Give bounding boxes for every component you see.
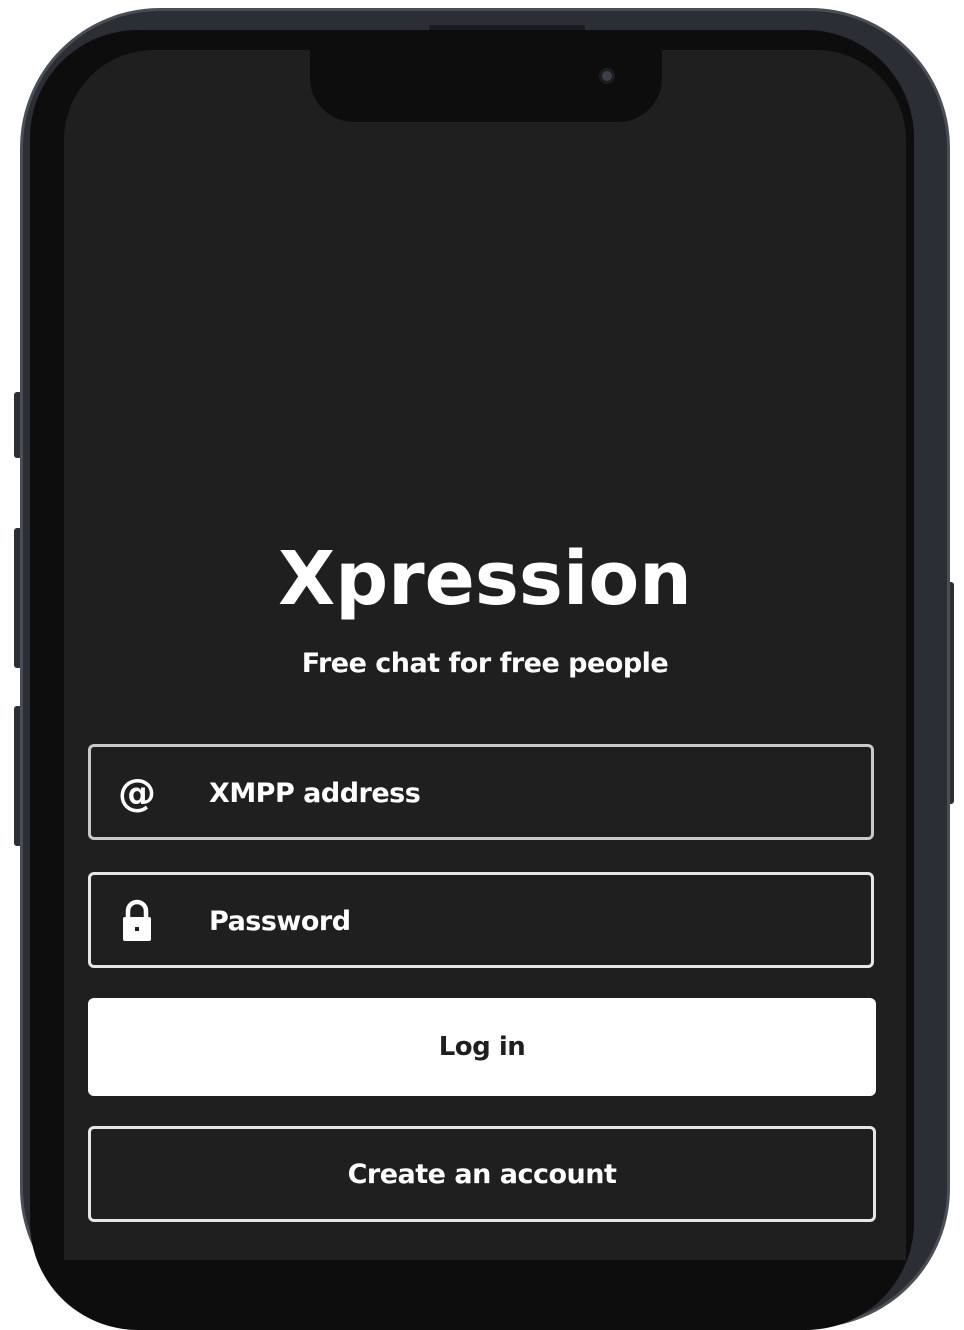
notch: [310, 50, 662, 122]
login-screen: Xpression Free chat for free people @ Lo…: [64, 50, 906, 1260]
front-camera: [599, 68, 615, 84]
login-button[interactable]: Log in: [88, 998, 876, 1096]
xmpp-address-field[interactable]: @: [88, 744, 874, 840]
app-tagline: Free chat for free people: [301, 648, 669, 679]
password-input[interactable]: [207, 875, 851, 967]
app-title: Xpression: [278, 536, 692, 622]
at-sign-icon: @: [118, 771, 156, 815]
create-account-button[interactable]: Create an account: [88, 1126, 876, 1222]
xmpp-address-input[interactable]: [207, 747, 851, 839]
password-field[interactable]: [88, 872, 874, 968]
lock-icon: [115, 899, 159, 943]
